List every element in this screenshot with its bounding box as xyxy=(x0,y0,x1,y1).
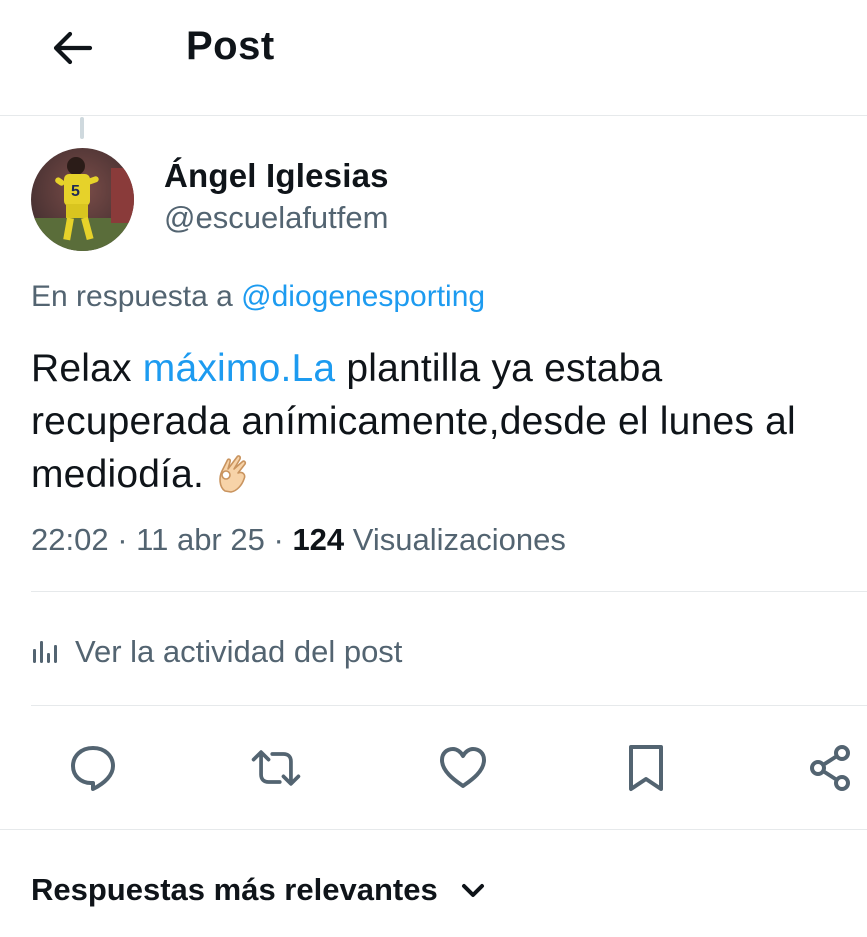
tweet-link[interactable]: máximo.La xyxy=(143,347,336,390)
reply-button[interactable] xyxy=(65,740,121,796)
arrow-left-icon xyxy=(53,31,93,65)
share-icon xyxy=(810,745,850,791)
bar-chart-icon xyxy=(33,641,57,663)
share-button[interactable] xyxy=(803,740,859,796)
tweet-line-1: Relax máximo.La plantilla ya estaba xyxy=(31,342,867,395)
bookmark-button[interactable] xyxy=(618,740,674,796)
tweet-text: Relax máximo.La plantilla ya estaba recu… xyxy=(31,342,867,507)
repost-icon xyxy=(251,750,301,786)
view-post-activity-link[interactable]: Ver la actividad del post xyxy=(31,632,402,672)
back-button[interactable] xyxy=(48,24,96,72)
reply-context: En respuesta a @diogenesporting xyxy=(31,280,485,314)
like-button[interactable] xyxy=(435,740,491,796)
divider xyxy=(31,591,867,592)
reply-mention-link[interactable]: @diogenesporting xyxy=(241,280,485,313)
tweet-text-line3: mediodía. xyxy=(31,453,205,496)
svg-text:5: 5 xyxy=(71,183,80,200)
repost-button[interactable] xyxy=(248,740,304,796)
chat-bubble-icon xyxy=(71,746,115,791)
tweet-text-line1-rest: plantilla ya estaba xyxy=(346,347,663,390)
top-app-bar: Post xyxy=(0,0,867,116)
avatar[interactable]: 5 xyxy=(31,148,134,251)
divider xyxy=(0,829,867,830)
heart-icon xyxy=(440,747,486,788)
views-label: Visualizaciones xyxy=(352,522,566,557)
meta-separator: · xyxy=(273,522,284,557)
author-handle[interactable]: @escuelafutfem xyxy=(164,200,388,236)
chevron-down-icon xyxy=(461,884,484,897)
tweet-text-start: Relax xyxy=(31,347,132,390)
activity-label: Ver la actividad del post xyxy=(75,634,403,669)
tweet-date: 11 abr 25 xyxy=(136,522,265,557)
thread-connector-line xyxy=(80,117,84,139)
divider xyxy=(31,705,867,706)
reply-prefix: En respuesta a xyxy=(31,280,233,313)
meta-separator: · xyxy=(117,522,128,557)
tweet-metadata: 22:02 · 11 abr 25 · 124 Visualizaciones xyxy=(31,522,566,558)
tweet-line-3: mediodía. xyxy=(31,448,867,507)
page-title: Post xyxy=(186,24,275,68)
author-display-name[interactable]: Ángel Iglesias xyxy=(164,157,389,195)
bookmark-icon xyxy=(629,745,663,791)
replies-sort-dropdown[interactable]: Respuestas más relevantes xyxy=(31,872,486,908)
sort-label: Respuestas más relevantes xyxy=(31,872,438,907)
tweet-time: 22:02 xyxy=(31,522,109,557)
tweet-line-2: recuperada anímicamente,desde el lunes a… xyxy=(31,400,796,443)
views-count: 124 xyxy=(292,522,345,557)
ok-hand-emoji xyxy=(215,453,251,507)
